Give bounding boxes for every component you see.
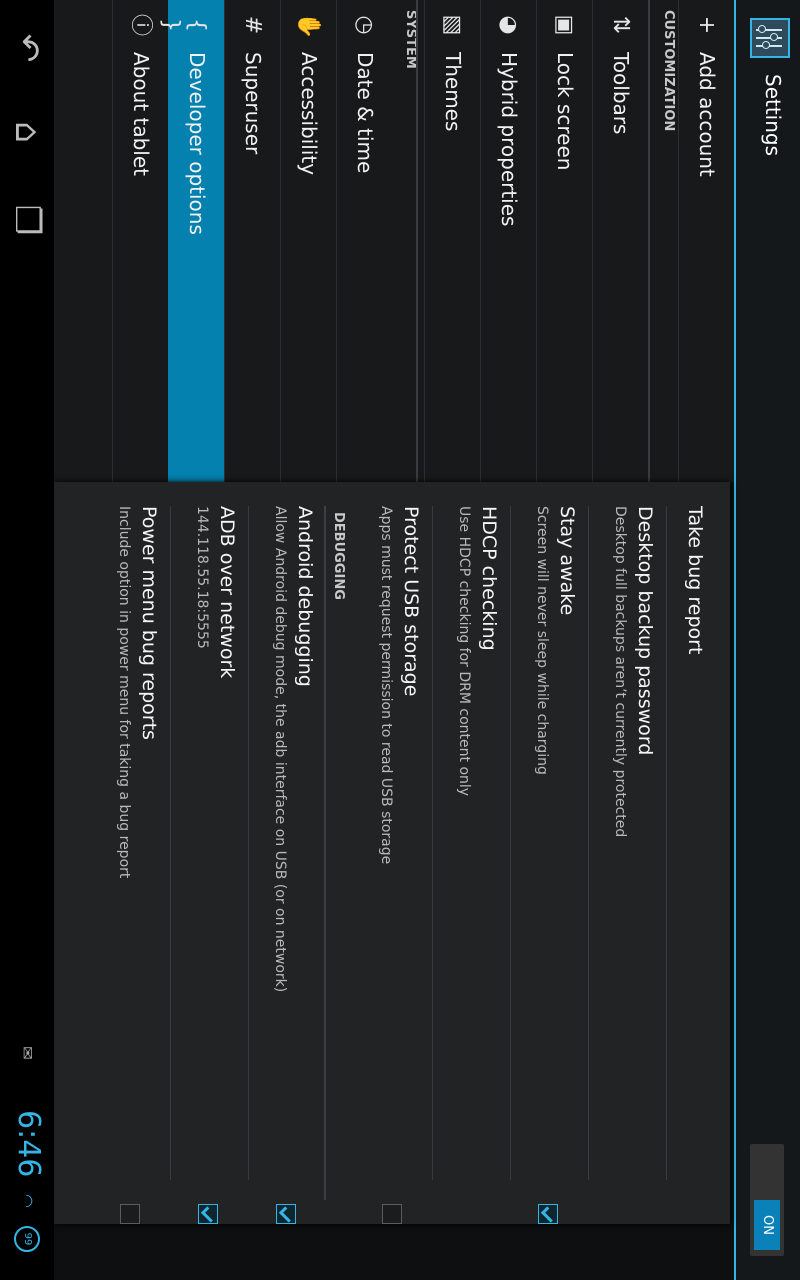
header-label: Lock screen [553, 52, 577, 171]
header-date-time[interactable]: ◷ Date & time [336, 0, 392, 482]
pref-desktop-backup-password[interactable]: Desktop backup password Desktop full bac… [588, 506, 664, 1180]
pref-title: HDCP checking [478, 506, 500, 651]
pref-hdcp-checking[interactable]: HDCP checking Use HDCP checking for DRM … [432, 506, 508, 1180]
header-label: Superuser [241, 52, 265, 155]
hand-icon: ✋ [296, 12, 321, 40]
pref-title: ADB over network [216, 506, 238, 679]
power-menu-checkbox[interactable] [120, 1204, 140, 1224]
header-label: About tablet [129, 52, 153, 176]
category-divider [648, 0, 650, 482]
battery-icon: 99 [14, 1226, 40, 1252]
pref-title: Stay awake [556, 506, 578, 616]
settings-icon[interactable] [750, 18, 790, 58]
header-hybrid-properties[interactable]: ◕ Hybrid properties [480, 0, 536, 482]
status-clock: 6:46 [11, 1110, 46, 1178]
header-label: Accessibility [297, 52, 321, 176]
protect-usb-checkbox[interactable] [382, 1204, 402, 1224]
braces-icon: { } [158, 18, 209, 32]
recents-icon[interactable]: ❐ [0, 190, 54, 250]
pref-title: Android debugging [294, 506, 316, 687]
settings-header-list: + Add account CUSTOMIZATION ⇅ Toolbars ▣… [0, 0, 734, 482]
header-accessibility[interactable]: ✋ Accessibility [280, 0, 336, 482]
header-label: Hybrid properties [497, 52, 521, 227]
pref-adb-over-network[interactable]: ADB over network 144.118.55.18:5555 [170, 506, 246, 1224]
toolbar-icon: ⇅ [608, 15, 633, 35]
pref-android-debugging[interactable]: Android debugging Allow Android debug mo… [248, 506, 324, 1224]
header-toolbars[interactable]: ⇅ Toolbars [592, 0, 648, 482]
pref-summary: Desktop full backups aren’t currently pr… [612, 506, 628, 838]
header-label: Toolbars [609, 52, 633, 135]
clock-icon: ◷ [352, 15, 377, 35]
pref-summary: Screen will never sleep while charging [534, 506, 550, 775]
toggle-on-label: ON [754, 1200, 780, 1250]
header-developer-options[interactable]: { } Developer options [158, 0, 224, 482]
pref-power-menu-bug-reports[interactable]: Power menu bug reports Include option in… [92, 506, 168, 1224]
pref-stay-awake[interactable]: Stay awake Screen will never sleep while… [510, 506, 586, 1224]
header-themes[interactable]: ▧ Themes [424, 0, 480, 482]
pref-title: Protect USB storage [400, 506, 422, 697]
themes-icon: ▧ [440, 14, 465, 36]
header-label: Themes [441, 52, 465, 132]
pref-title: Power menu bug reports [138, 506, 160, 740]
pref-summary: Use HDCP checking for DRM content only [456, 506, 472, 797]
wifi-icon: ◠ [18, 1194, 37, 1208]
page-title: Settings [761, 74, 785, 157]
back-icon[interactable]: ↶ [0, 18, 54, 78]
pref-summary: Apps must request permission to read USB… [378, 506, 394, 865]
pref-protect-usb-storage[interactable]: Protect USB storage Apps must request pe… [354, 506, 430, 1224]
action-bar: Settings ON [734, 0, 800, 1280]
category-divider [416, 0, 418, 482]
info-icon: ⓘ [128, 13, 153, 36]
header-label: Developer options [185, 52, 209, 235]
pref-summary: Allow Android debug mode, the adb interf… [272, 506, 288, 993]
home-icon[interactable]: ⌂ [0, 102, 54, 162]
header-label: Date & time [353, 52, 377, 174]
category-debugging: DEBUGGING [331, 512, 346, 600]
plus-icon: + [694, 15, 719, 35]
system-bar: ↶ ⌂ ❐ ✉ 6:46 ◠ 99 [0, 0, 54, 1280]
pref-summary: Include option in power menu for taking … [116, 506, 132, 879]
header-superuser[interactable]: # Superuser [224, 0, 280, 482]
hash-icon: # [240, 15, 265, 35]
hybrid-icon: ◕ [496, 15, 521, 35]
header-add-account[interactable]: + Add account [678, 0, 734, 482]
category-divider [324, 506, 326, 1200]
gmail-icon[interactable]: ✉ [14, 1040, 40, 1066]
developer-options-pane: Take bug report Desktop backup password … [54, 482, 730, 1224]
adb-network-checkbox[interactable] [198, 1204, 218, 1224]
android-debugging-checkbox[interactable] [276, 1204, 296, 1224]
pref-title: Desktop backup password [634, 506, 656, 756]
screen: Settings ON + Add account CUSTOMIZATION … [0, 0, 800, 1280]
developer-options-toggle[interactable]: ON [750, 1144, 784, 1256]
category-customization: CUSTOMIZATION [661, 10, 676, 132]
header-about-tablet[interactable]: ⓘ About tablet [112, 0, 168, 482]
pref-take-bug-report[interactable]: Take bug report [666, 506, 722, 1180]
stay-awake-checkbox[interactable] [538, 1204, 558, 1224]
header-lock-screen[interactable]: ▣ Lock screen [536, 0, 592, 482]
pref-summary: 144.118.55.18:5555 [194, 506, 210, 649]
lock-icon: ▣ [552, 14, 577, 36]
header-label: Add account [695, 52, 719, 177]
pref-title: Take bug report [684, 506, 706, 655]
